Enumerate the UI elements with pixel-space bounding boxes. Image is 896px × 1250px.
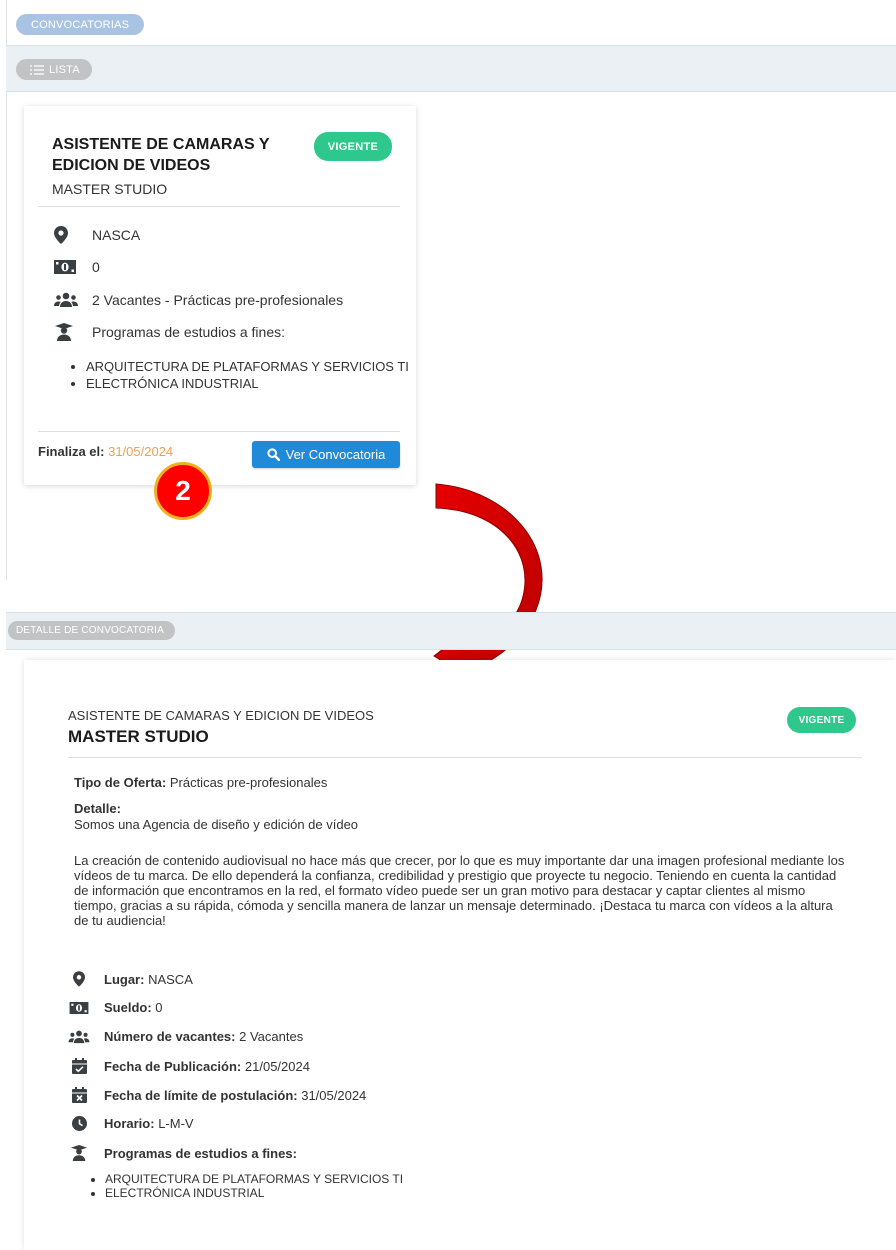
step-number-marker: 2 xyxy=(154,462,212,520)
list-item: ELECTRÓNICA INDUSTRIAL xyxy=(105,1186,403,1200)
detail-panel: ASISTENTE DE CAMARAS Y EDICION DE VIDEOS… xyxy=(24,660,896,1250)
detail-title: ASISTENTE DE CAMARAS Y EDICION DE VIDEOS xyxy=(68,708,374,723)
detail-programs-label: Programas de estudios a fines: xyxy=(104,1145,297,1161)
list-item: ARQUITECTURA DE PLATAFORMAS Y SERVICIOS … xyxy=(105,1172,403,1186)
detail-label: Detalle: xyxy=(74,801,121,816)
published-value: 21/05/2024 xyxy=(244,1058,310,1074)
graduate-icon xyxy=(68,1145,90,1161)
detail-paragraph: La creación de contenido audiovisual no … xyxy=(74,853,845,928)
card-end-date-row: Finaliza el: 31/05/2024 xyxy=(38,444,173,459)
card-salary-row: 0 xyxy=(54,258,100,276)
card-programs-row: Programas de estudios a fines: xyxy=(54,323,285,341)
list-button-label: LISTA xyxy=(49,63,80,76)
vacancies-row: Número de vacantes: 2 Vacantes xyxy=(68,1029,303,1044)
salary-value: 0 xyxy=(155,1000,163,1015)
card-title: ASISTENTE DE CAMARAS Y EDICION DE VIDEOS xyxy=(52,136,270,174)
card-location-row: NASCA xyxy=(54,226,140,244)
place-value: NASCA xyxy=(148,971,193,987)
card-vacancies-row: 2 Vacantes - Prácticas pre-profesionales xyxy=(54,291,343,309)
deadline-label: Fecha de límite de postulación: xyxy=(104,1087,298,1103)
search-icon xyxy=(267,448,280,461)
convocatorias-breadcrumb[interactable]: CONVOCATORIAS xyxy=(16,14,145,35)
job-card: ASISTENTE DE CAMARAS Y EDICION DE VIDEOS… xyxy=(24,106,416,485)
card-vacancies: 2 Vacantes - Prácticas pre-profesionales xyxy=(92,292,344,308)
detail-divider xyxy=(68,757,862,758)
published-row: Fecha de Publicación: 21/05/2024 xyxy=(68,1058,310,1074)
schedule-label: Horario: xyxy=(104,1116,155,1131)
card-divider xyxy=(38,206,400,207)
money-bill-icon xyxy=(54,258,80,276)
detail-programs-list: ARQUITECTURA DE PLATAFORMAS Y SERVICIOS … xyxy=(92,1172,403,1200)
money-bill-icon xyxy=(68,1001,90,1014)
clock-icon xyxy=(68,1116,90,1131)
published-label: Fecha de Publicación: xyxy=(104,1058,242,1074)
detail-programs-row: Programas de estudios a fines: xyxy=(68,1145,297,1161)
calendar-x-icon xyxy=(68,1087,90,1103)
list-view-button[interactable]: LISTA xyxy=(16,59,92,80)
place-label: Lugar: xyxy=(104,971,145,987)
users-icon xyxy=(68,1030,90,1044)
schedule-value: L-M-V xyxy=(158,1116,194,1131)
card-programs-list: ARQUITECTURA DE PLATAFORMAS Y SERVICIOS … xyxy=(72,358,416,392)
view-button-label: Ver Convocatoria xyxy=(285,447,386,462)
card-salary: 0 xyxy=(92,259,100,275)
list-toolbar xyxy=(6,45,896,92)
map-marker-icon xyxy=(54,226,80,244)
graduate-icon xyxy=(54,323,80,341)
vacancies-value: 2 Vacantes xyxy=(239,1029,304,1044)
detail-section-label: DETALLE DE CONVOCATORIA xyxy=(16,625,164,636)
vacancies-label: Número de vacantes: xyxy=(104,1029,236,1044)
users-icon xyxy=(54,291,80,309)
place-row: Lugar: NASCA xyxy=(68,971,193,987)
card-location: NASCA xyxy=(92,227,141,243)
list-icon xyxy=(30,64,44,75)
detail-breadcrumb[interactable]: DETALLE DE CONVOCATORIA xyxy=(8,621,175,640)
offer-type-label: Tipo de Oferta: xyxy=(74,775,167,790)
list-item: ELECTRÓNICA INDUSTRIAL xyxy=(86,375,416,392)
view-convocatoria-button[interactable]: Ver Convocatoria xyxy=(252,441,400,468)
detail-status-badge: VIGENTE xyxy=(787,707,856,733)
salary-label: Sueldo: xyxy=(104,1000,152,1015)
deadline-row: Fecha de límite de postulación: 31/05/20… xyxy=(68,1087,366,1103)
schedule-row: Horario: L-M-V xyxy=(68,1116,194,1131)
status-badge: VIGENTE xyxy=(314,132,392,161)
map-marker-icon xyxy=(68,971,90,987)
offer-type-row: Tipo de Oferta: Prácticas pre-profesiona… xyxy=(74,775,327,790)
card-footer-divider xyxy=(38,431,400,432)
end-date-label: Finaliza el: xyxy=(38,444,105,459)
card-company: MASTER STUDIO xyxy=(52,181,168,197)
list-item: ARQUITECTURA DE PLATAFORMAS Y SERVICIOS … xyxy=(86,358,416,375)
salary-row: Sueldo: 0 xyxy=(68,1000,163,1015)
offer-type-value: Prácticas pre-profesionales xyxy=(169,775,328,790)
deadline-value: 31/05/2024 xyxy=(301,1087,367,1103)
detail-company: MASTER STUDIO xyxy=(68,727,209,746)
end-date-value: 31/05/2024 xyxy=(108,444,174,459)
convocatorias-label: CONVOCATORIAS xyxy=(31,18,130,31)
card-programs-label: Programas de estudios a fines: xyxy=(92,324,285,340)
detail-line1: Somos una Agencia de diseño y edición de… xyxy=(74,817,359,832)
calendar-check-icon xyxy=(68,1058,90,1074)
